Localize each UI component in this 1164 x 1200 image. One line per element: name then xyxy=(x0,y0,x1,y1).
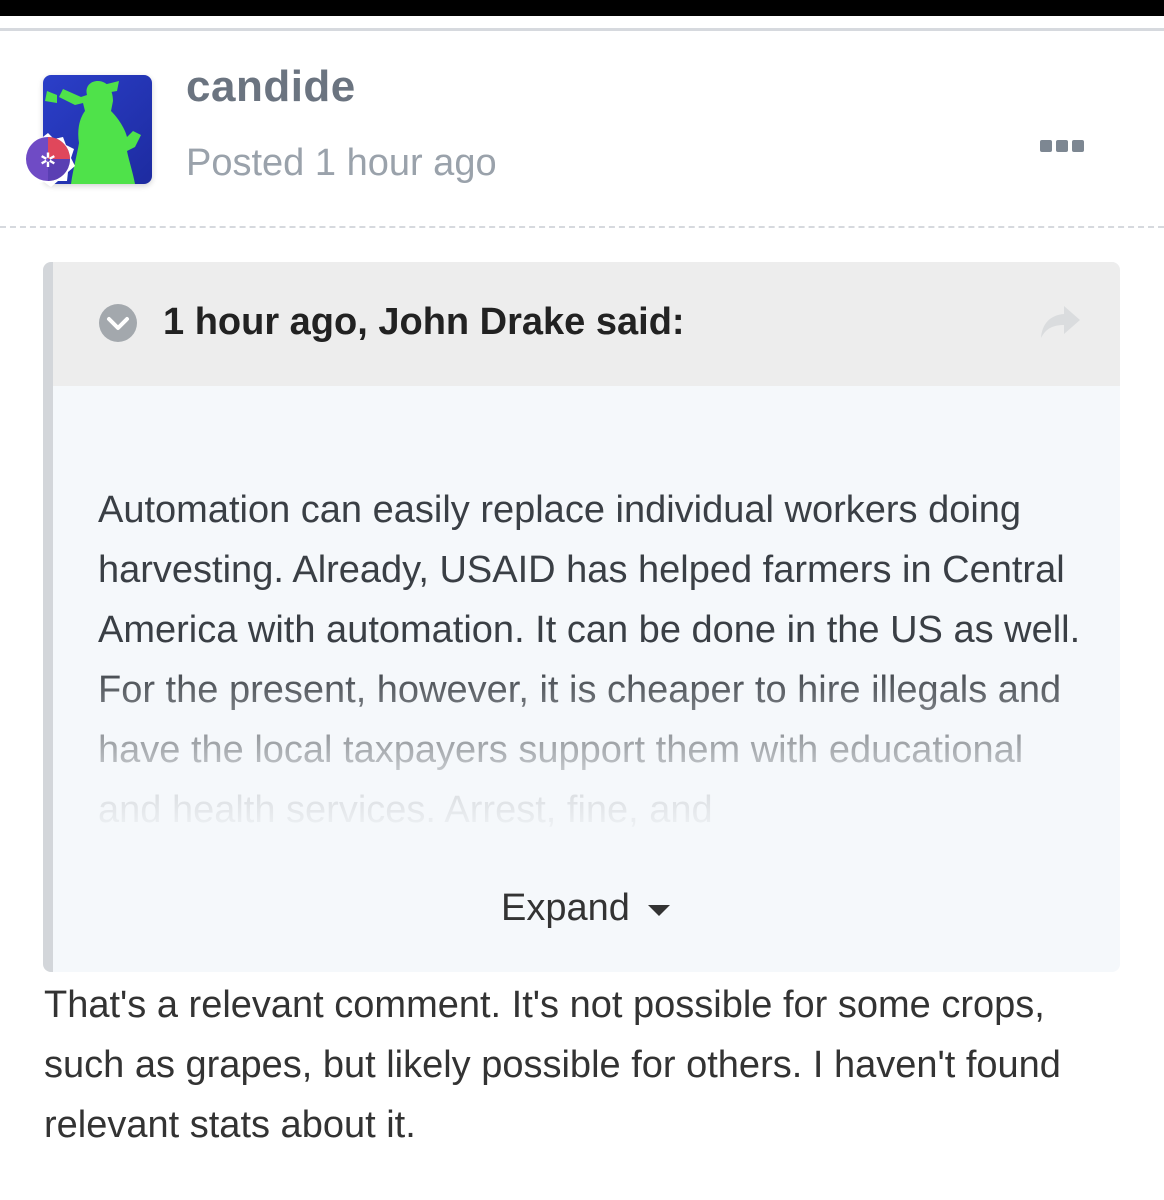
quote-text: Automation can easily replace individual… xyxy=(98,480,1088,830)
posted-prefix: Posted xyxy=(186,142,305,184)
quote-citation[interactable]: 1 hour ago, John Drake said: xyxy=(163,301,685,344)
ellipsis-icon xyxy=(1056,140,1068,152)
post-divider xyxy=(0,226,1164,228)
top-divider xyxy=(0,28,1164,31)
more-options-button[interactable] xyxy=(1040,136,1092,156)
posted-time[interactable]: 1 hour ago xyxy=(315,142,497,184)
post-author[interactable]: candide xyxy=(186,62,356,112)
caret-down-icon xyxy=(647,904,670,916)
expand-label: Expand xyxy=(501,886,630,929)
ellipsis-icon xyxy=(1040,140,1052,152)
post-body: That's a relevant comment. It's not poss… xyxy=(44,975,1134,1155)
quote-paragraph: Automation can easily replace individual… xyxy=(98,489,1081,830)
member-badge-icon: ✲ xyxy=(20,131,76,187)
post-timestamp: Posted 1 hour ago xyxy=(186,142,497,185)
ellipsis-icon xyxy=(1072,140,1084,152)
share-arrow-icon[interactable] xyxy=(1038,302,1082,342)
chevron-circle-icon[interactable] xyxy=(98,303,138,343)
quote-block: 1 hour ago, John Drake said: Automation … xyxy=(43,262,1120,972)
svg-text:✲: ✲ xyxy=(40,148,57,172)
top-bar xyxy=(0,0,1164,16)
quote-header: 1 hour ago, John Drake said: xyxy=(53,262,1120,386)
expand-button[interactable]: Expand xyxy=(501,882,670,934)
reply-text: That's a relevant comment. It's not poss… xyxy=(44,984,1061,1146)
